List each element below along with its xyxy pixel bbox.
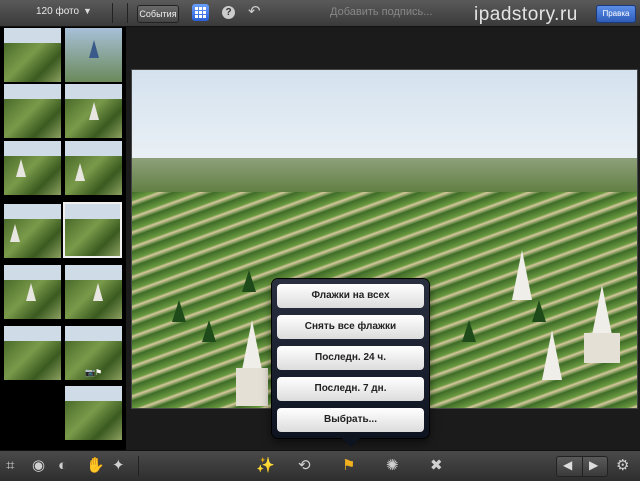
toolbar-divider [127,3,128,23]
chevron-down-icon[interactable]: ▼ [83,6,92,16]
brushes-icon[interactable]: ✋ [86,457,105,475]
thumbnail[interactable] [3,140,62,196]
toolbar-divider [112,3,113,23]
edit-button[interactable]: Правка [596,5,636,23]
rotate-icon[interactable]: ⟲ [298,457,311,475]
next-arrow-icon[interactable]: ▶ [589,458,598,472]
magic-wand-icon[interactable]: ✨ [256,457,275,475]
crop-icon[interactable]: ⌗ [6,457,14,475]
thumbnail[interactable]: 📷⚑ [64,325,123,381]
photo-count-label[interactable]: 120 фото [36,6,79,17]
settings-gear-icon[interactable]: ⚙ [616,457,629,475]
caption-input[interactable]: Добавить подпись... [330,6,432,18]
grid-view-icon[interactable] [192,4,209,21]
camera-icon: 📷⚑ [85,368,103,377]
help-icon[interactable]: ? [222,6,235,19]
palette-circle-icon[interactable]: ◉ [32,457,45,475]
thumbnail[interactable] [64,264,123,320]
thumbnail-selected[interactable] [63,202,122,258]
undo-icon[interactable]: ↶ [248,4,261,20]
color-palette-icon[interactable]: ◐ [58,457,67,475]
watermark-text: ipadstory.ru [474,4,578,25]
thumbnail-sidebar[interactable]: 📷⚑ [0,27,126,450]
thumbnail[interactable] [3,27,62,83]
last-24h-button[interactable]: Последн. 24 ч. [277,346,424,370]
gear-stamp-icon[interactable]: ✺ [386,457,399,475]
thumbnail[interactable] [64,27,123,83]
bottom-toolbar: ⌗ ◉ ◐ ✋ ✦ ✨ ⟲ ⚑ ✺ ✖ ◀ ▶ ⚙ [0,450,640,481]
thumbnail[interactable] [3,385,62,441]
thumbnail[interactable] [3,264,62,320]
thumbnail[interactable] [3,83,62,139]
flag-icon[interactable]: ⚑ [342,457,355,475]
photo-navigation: ◀ ▶ [556,456,608,477]
thumbnail[interactable] [64,83,123,139]
thumbnail[interactable] [3,203,62,259]
thumbnail[interactable] [64,385,123,441]
effects-icon[interactable]: ✦ [112,457,125,475]
last-7-days-button[interactable]: Последн. 7 дн. [277,377,424,401]
thumbnail[interactable] [64,140,123,196]
select-button[interactable]: Выбрать... [277,408,424,432]
flag-all-button[interactable]: Флажки на всех [277,284,424,308]
delete-icon[interactable]: ✖ [430,457,443,475]
toolbar-divider [138,456,139,476]
unflag-all-button[interactable]: Снять все флажки [277,315,424,339]
top-toolbar: 120 фото ▼ События ? ↶ Добавить подпись.… [0,0,640,27]
flag-menu-popover: Флажки на всех Снять все флажки Последн.… [272,279,429,447]
thumbnail[interactable] [3,325,62,381]
events-button[interactable]: События [137,5,179,23]
previous-arrow-icon[interactable]: ◀ [563,458,572,472]
